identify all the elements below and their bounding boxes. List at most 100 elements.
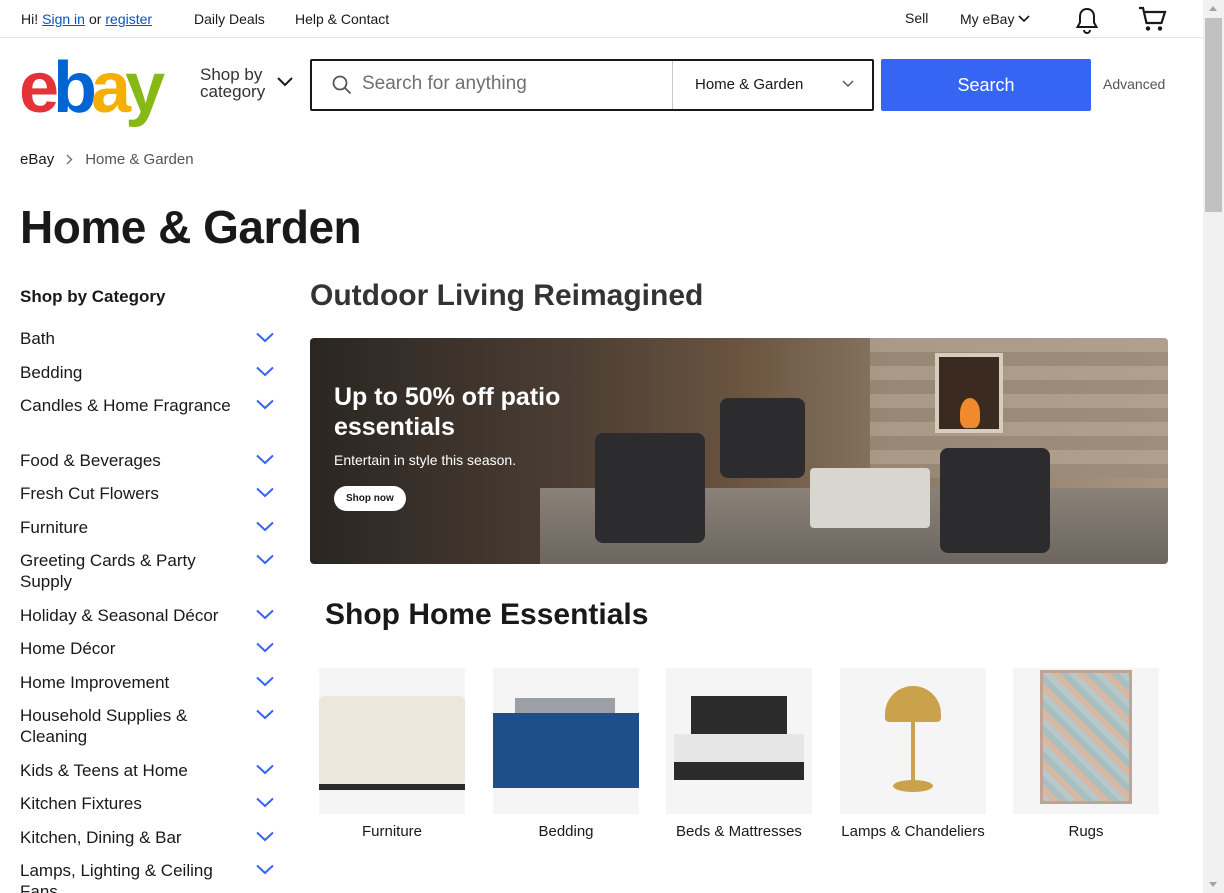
banner-chair [940, 448, 1050, 553]
chevron-down-icon[interactable] [256, 709, 274, 720]
scroll-up-icon[interactable] [1209, 6, 1217, 11]
search-bar: Home & Garden [310, 59, 874, 111]
sidebar-category-item[interactable]: Kids & Teens at Home [20, 760, 280, 781]
sidebar-category-item[interactable]: Home Décor [20, 638, 280, 659]
chevron-down-icon[interactable] [256, 366, 274, 377]
essential-card-rugs[interactable]: Rugs [1013, 668, 1159, 841]
essential-card-lamps[interactable]: Lamps & Chandeliers [840, 668, 986, 841]
logo-letter-a: a [91, 48, 131, 128]
shop-by-category-button[interactable]: Shop by category [200, 66, 265, 100]
banner-chair [720, 398, 805, 478]
sign-in-link[interactable]: Sign in [42, 11, 85, 27]
scrollbar-thumb[interactable] [1205, 18, 1222, 212]
logo-letter-b: b [53, 48, 97, 128]
chevron-down-icon[interactable] [256, 864, 274, 875]
sofa-shape [319, 696, 465, 786]
sidebar-category-item[interactable]: Bedding [20, 362, 280, 383]
cart-icon[interactable] [1137, 5, 1167, 36]
essential-card-furniture[interactable]: Furniture [319, 668, 465, 841]
chevron-down-icon[interactable] [256, 454, 274, 465]
chevron-down-icon[interactable] [256, 609, 274, 620]
sidebar-category-label: Furniture [20, 518, 89, 537]
chevron-down-icon[interactable] [256, 399, 274, 410]
sidebar-category-label: Bedding [20, 363, 83, 382]
beds-image [666, 668, 812, 814]
sidebar-category-item[interactable]: Greeting Cards & Party Supply [20, 550, 280, 592]
sidebar-category-item[interactable]: Holiday & Seasonal Décor [20, 605, 280, 626]
lamp-stem [911, 722, 915, 782]
banner-chair [595, 433, 705, 543]
daily-deals-link[interactable]: Daily Deals [194, 11, 265, 27]
ebay-logo[interactable]: ebay [19, 52, 165, 124]
chevron-down-icon[interactable] [256, 831, 274, 842]
category-select[interactable]: Home & Garden [672, 61, 872, 109]
greeting-text: Hi! [21, 11, 39, 27]
chevron-down-icon[interactable] [256, 642, 274, 653]
sidebar-category-item[interactable]: Home Improvement [20, 672, 280, 693]
search-button[interactable]: Search [881, 59, 1091, 111]
sidebar-category-label: Greeting Cards & Party Supply [20, 551, 196, 591]
breadcrumb-ebay[interactable]: eBay [20, 151, 54, 168]
register-link[interactable]: register [105, 11, 152, 27]
banner-subtitle: Entertain in style this season. [334, 452, 517, 468]
chevron-down-icon[interactable] [256, 676, 274, 687]
chevron-down-icon[interactable] [256, 554, 274, 565]
sidebar-category-item[interactable]: Food & Beverages [20, 450, 280, 471]
chevron-down-icon [842, 80, 854, 87]
bedding-image [493, 668, 639, 814]
sidebar-title: Shop by Category [20, 287, 166, 306]
sidebar-category-item[interactable]: Lamps, Lighting & Ceiling Fans [20, 860, 280, 893]
chevron-down-icon[interactable] [256, 332, 274, 343]
sell-link[interactable]: Sell [905, 10, 928, 26]
furniture-image [319, 668, 465, 814]
sidebar-category-label: Bath [20, 329, 55, 348]
bed-frame-shape [674, 762, 804, 780]
my-ebay-label: My eBay [960, 11, 1015, 27]
page-title: Home & Garden [20, 201, 362, 253]
sidebar-category-label: Household Supplies & Cleaning [20, 706, 188, 746]
or-text: or [88, 11, 102, 27]
lamp-base [893, 780, 933, 792]
greeting: Hi! Sign in or register [21, 11, 152, 27]
promo-banner[interactable]: Up to 50% off patio essentials Entertain… [310, 338, 1168, 564]
chevron-down-icon[interactable] [256, 764, 274, 775]
category-select-value: Home & Garden [695, 76, 804, 93]
banner-table [810, 468, 930, 528]
chevron-down-icon[interactable] [256, 487, 274, 498]
sidebar-category-label: Lamps, Lighting & Ceiling Fans [20, 861, 213, 893]
chevron-down-icon [1018, 15, 1031, 23]
sidebar-category-item[interactable]: Household Supplies & Cleaning [20, 705, 280, 747]
my-ebay-menu[interactable]: My eBay [960, 11, 1031, 27]
logo-letter-e: e [19, 48, 59, 128]
sidebar-category-item[interactable]: Kitchen Fixtures [20, 793, 280, 814]
sidebar-category-item[interactable]: Kitchen, Dining & Bar [20, 827, 280, 848]
sidebar-category-label: Kitchen, Dining & Bar [20, 828, 182, 847]
sidebar-category-item[interactable]: Furniture [20, 517, 280, 538]
sidebar-category-item[interactable]: Bath [20, 328, 280, 349]
sidebar-category-item[interactable]: Fresh Cut Flowers [20, 483, 280, 504]
shop-now-button[interactable]: Shop now [334, 486, 406, 511]
card-label: Furniture [361, 823, 423, 840]
chevron-right-icon [66, 154, 73, 165]
page-scrollbar[interactable] [1203, 0, 1224, 893]
essential-card-beds-mattresses[interactable]: Beds & Mattresses [666, 668, 812, 841]
card-label: Rugs [1068, 823, 1104, 840]
card-label: Beds & Mattresses [676, 823, 802, 840]
essential-card-bedding[interactable]: Bedding [493, 668, 639, 841]
scroll-down-icon[interactable] [1209, 882, 1217, 887]
bell-icon[interactable] [1074, 6, 1100, 37]
chevron-down-icon[interactable] [256, 797, 274, 808]
sidebar-category-label: Home Décor [20, 639, 116, 658]
sidebar-category-label: Kitchen Fixtures [20, 794, 142, 813]
bed-shape [493, 713, 639, 788]
search-input[interactable] [362, 73, 662, 95]
advanced-search-link[interactable]: Advanced [1103, 76, 1165, 92]
chevron-down-icon[interactable] [277, 77, 293, 87]
sidebar-category-item[interactable]: Candles & Home Fragrance [20, 395, 280, 416]
essentials-title: Shop Home Essentials [325, 598, 649, 631]
chevron-down-icon[interactable] [256, 521, 274, 532]
lamp-shade [885, 686, 941, 722]
headboard-shape [691, 696, 787, 736]
banner-headline: Up to 50% off patio essentials [334, 383, 561, 441]
help-contact-link[interactable]: Help & Contact [295, 11, 389, 27]
